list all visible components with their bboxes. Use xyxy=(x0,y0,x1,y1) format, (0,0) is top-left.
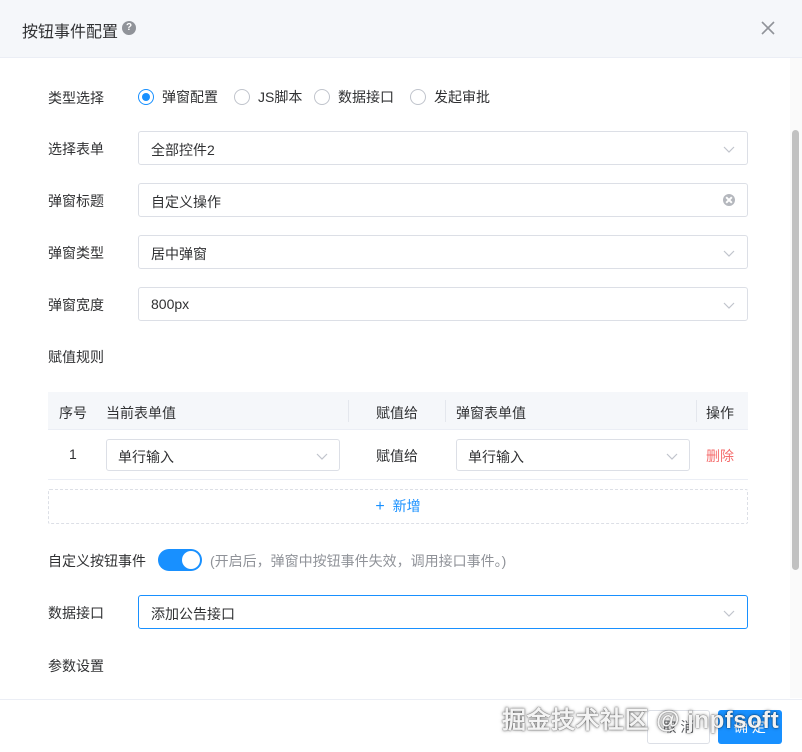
radio-data-interface[interactable]: 数据接口 xyxy=(314,88,394,106)
help-icon[interactable]: ? xyxy=(122,21,136,35)
current-value-select[interactable]: 单行输入 xyxy=(106,439,340,471)
radio-label: 数据接口 xyxy=(338,89,394,105)
th-current-value: 当前表单值 xyxy=(106,405,176,421)
popup-type-label: 弹窗类型 xyxy=(48,245,104,261)
radio-popup-config[interactable]: 弹窗配置 xyxy=(138,88,218,106)
th-popup-value: 弹窗表单值 xyxy=(456,405,526,421)
type-select-label: 类型选择 xyxy=(48,90,104,106)
chevron-down-icon xyxy=(723,302,735,309)
custom-button-event-label: 自定义按钮事件 xyxy=(48,553,146,569)
popup-type-value: 居中弹窗 xyxy=(151,246,207,262)
chevron-down-icon xyxy=(723,250,735,257)
data-interface-value: 添加公告接口 xyxy=(151,606,235,622)
popup-title-value: 自定义操作 xyxy=(151,194,221,210)
data-interface-select[interactable]: 添加公告接口 xyxy=(138,595,748,629)
add-rule-button[interactable]: + 新增 xyxy=(48,489,748,524)
select-form-label: 选择表单 xyxy=(48,141,104,157)
plus-icon: + xyxy=(375,498,385,515)
popup-title-input[interactable]: 自定义操作 xyxy=(138,183,748,217)
watermark-text: 掘金技术社区 @ jnpfsoft xyxy=(502,707,780,734)
popup-width-select[interactable]: 800px xyxy=(138,287,748,321)
radio-label: JS脚本 xyxy=(258,89,303,105)
assign-rules-label: 赋值规则 xyxy=(48,349,104,365)
radio-indicator xyxy=(138,89,154,105)
radio-indicator xyxy=(410,89,426,105)
popup-width-label: 弹窗宽度 xyxy=(48,297,104,313)
column-divider xyxy=(348,400,349,422)
radio-indicator xyxy=(234,89,250,105)
current-value-text: 单行输入 xyxy=(118,449,174,465)
table-header: 序号 当前表单值 赋值给 弹窗表单值 操作 xyxy=(48,392,748,430)
delete-row-link[interactable]: 删除 xyxy=(706,446,734,466)
custom-button-event-switch[interactable] xyxy=(158,549,202,571)
th-assign-to: 赋值给 xyxy=(376,405,418,421)
switch-knob xyxy=(182,551,200,569)
radio-start-approval[interactable]: 发起审批 xyxy=(410,88,490,106)
popup-value-select[interactable]: 单行输入 xyxy=(456,439,690,471)
popup-title-label: 弹窗标题 xyxy=(48,193,104,209)
radio-indicator xyxy=(314,89,330,105)
clear-icon[interactable] xyxy=(723,194,735,206)
assign-to-text: 赋值给 xyxy=(376,448,418,464)
th-action: 操作 xyxy=(706,405,734,421)
popup-value-text: 单行输入 xyxy=(468,449,524,465)
popup-width-value: 800px xyxy=(151,296,190,312)
add-rule-label: 新增 xyxy=(392,498,421,514)
data-interface-label: 数据接口 xyxy=(48,605,104,621)
table-row: 1 单行输入 赋值给 单行输入 删除 xyxy=(48,430,748,480)
dialog-title: 按钮事件配置 xyxy=(22,24,119,41)
close-icon[interactable] xyxy=(758,18,778,38)
chevron-down-icon xyxy=(723,146,735,153)
form-select-value: 全部控件2 xyxy=(151,142,215,158)
chevron-down-icon xyxy=(666,453,678,460)
form-select[interactable]: 全部控件2 xyxy=(138,131,748,165)
param-settings-label: 参数设置 xyxy=(48,658,104,674)
radio-label: 弹窗配置 xyxy=(162,89,218,105)
radio-label: 发起审批 xyxy=(434,89,490,105)
scrollbar-thumb[interactable] xyxy=(792,130,799,570)
column-divider xyxy=(696,400,697,422)
custom-button-event-hint: (开启后，弹窗中按钮事件失效，调用接口事件。) xyxy=(210,553,507,569)
chevron-down-icon xyxy=(316,453,328,460)
dialog-header: 按钮事件配置 ? xyxy=(0,0,802,58)
chevron-down-icon xyxy=(723,610,735,617)
popup-type-select[interactable]: 居中弹窗 xyxy=(138,235,748,269)
radio-js-script[interactable]: JS脚本 xyxy=(234,88,302,106)
column-divider xyxy=(445,400,446,422)
row-index: 1 xyxy=(69,446,77,462)
th-index: 序号 xyxy=(59,405,87,421)
